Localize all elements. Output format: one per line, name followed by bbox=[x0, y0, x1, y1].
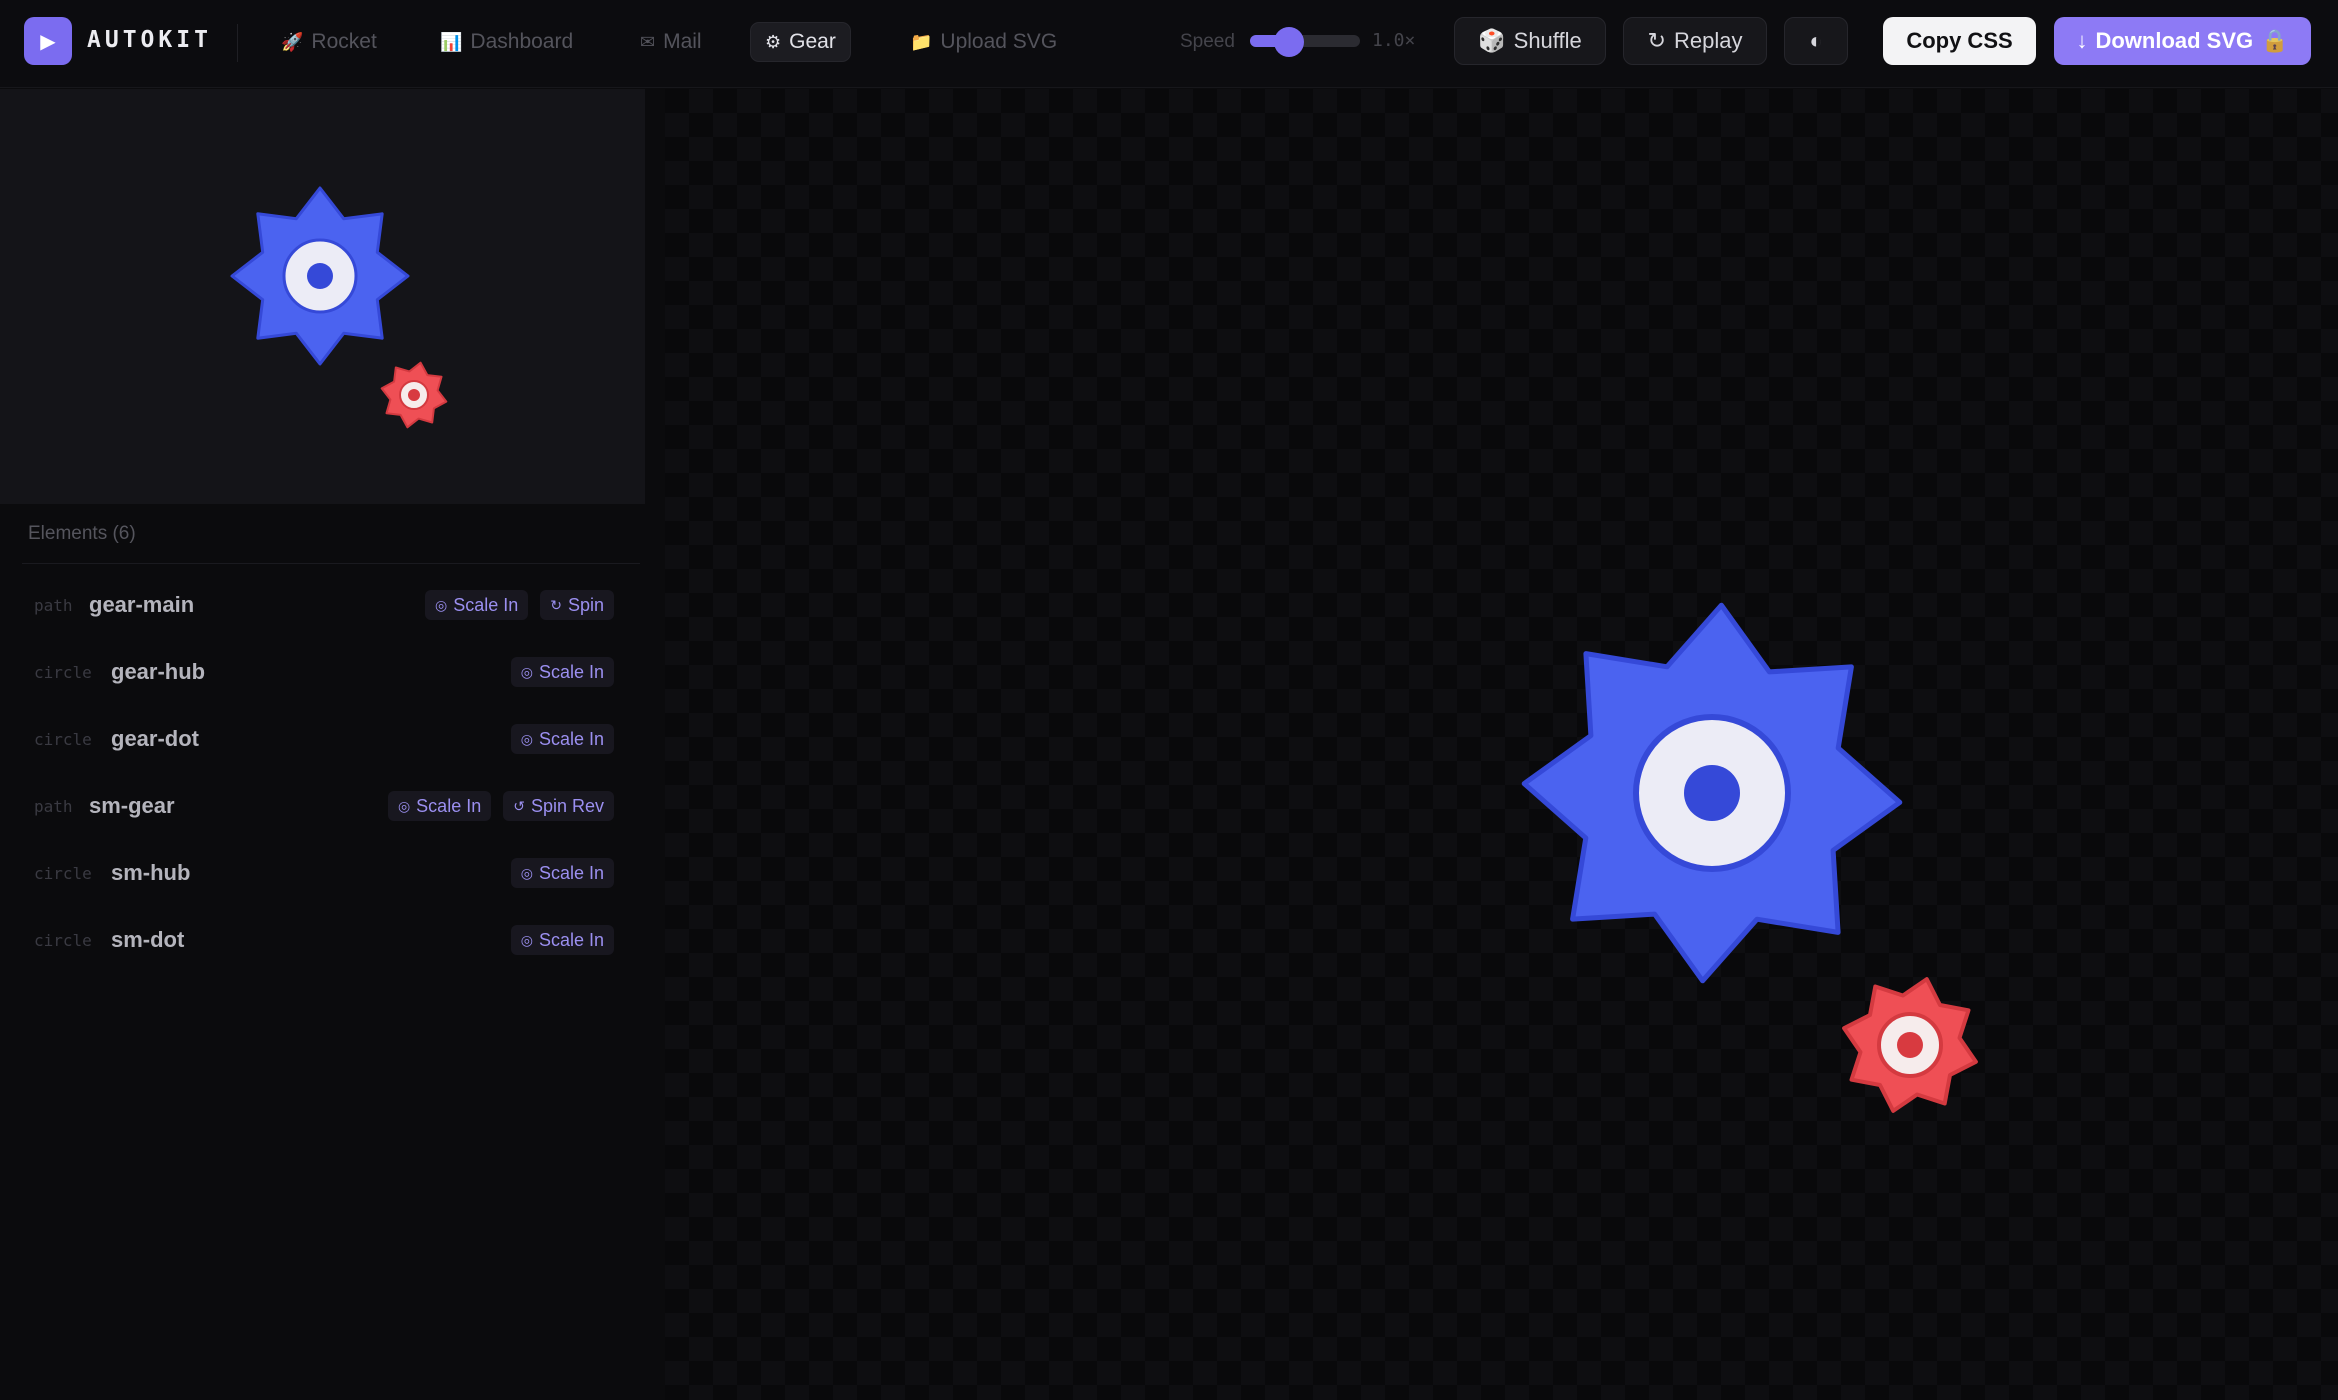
element-row-gear-hub[interactable]: circle gear-hub ◎ Scale In bbox=[34, 649, 614, 699]
spin-reverse-icon: ↺ bbox=[513, 797, 525, 814]
contrast-icon: ◐ bbox=[1809, 28, 1823, 53]
animation-badge[interactable]: ◎ Scale In bbox=[510, 657, 614, 687]
tab-label: Gear bbox=[789, 30, 836, 53]
element-type: circle bbox=[34, 931, 92, 950]
element-name: gear-hub bbox=[111, 659, 206, 684]
badge-label: Spin Rev bbox=[530, 795, 604, 816]
animation-badges: ◎ Scale In bbox=[510, 724, 614, 754]
badge-label: Scale In bbox=[538, 862, 604, 883]
scale-icon: ◎ bbox=[520, 663, 533, 680]
sm-dot[interactable] bbox=[1897, 1032, 1923, 1058]
folder-icon: 📁 bbox=[910, 31, 933, 52]
element-row-sm-dot[interactable]: circle sm-dot ◎ Scale In bbox=[34, 917, 614, 967]
element-name: gear-dot bbox=[111, 726, 199, 751]
animation-badges: ◎ Scale In bbox=[510, 858, 614, 888]
rocket-icon: 🚀 bbox=[281, 31, 304, 52]
theme-toggle-button[interactable]: ◐ bbox=[1784, 17, 1848, 65]
replay-button[interactable]: ↻ Replay bbox=[1623, 17, 1767, 65]
top-bar: ▶ AUTOKIT 🚀 Rocket 📊 Dashboard ✉ Mail ⚙ … bbox=[0, 0, 2338, 88]
tab-mail[interactable]: ✉ Mail bbox=[626, 22, 716, 62]
copy-css-label: Copy CSS bbox=[1906, 28, 2013, 53]
animation-badges: ◎ Scale In ↺ Spin Rev bbox=[387, 791, 614, 821]
tab-label: Mail bbox=[663, 30, 702, 53]
play-icon[interactable]: ▶ bbox=[24, 17, 72, 65]
replay-icon: ↻ bbox=[1647, 28, 1666, 53]
badge-label: Scale In bbox=[416, 795, 482, 816]
lock-icon: 🔒 bbox=[2261, 28, 2289, 53]
animation-badges: ◎ Scale In ↻ Spin bbox=[424, 590, 614, 620]
speed-slider-handle[interactable] bbox=[1274, 27, 1304, 57]
gear-icon: ⚙ bbox=[765, 31, 782, 52]
shuffle-label: Shuffle bbox=[1513, 28, 1582, 53]
tab-label: Dashboard bbox=[470, 30, 574, 53]
chart-icon: 📊 bbox=[440, 31, 463, 52]
scale-icon: ◎ bbox=[520, 864, 533, 881]
element-row-sm-gear[interactable]: path sm-gear ◎ Scale In ↺ Spin Rev bbox=[34, 783, 614, 833]
element-name: sm-dot bbox=[111, 927, 185, 952]
animation-badge[interactable]: ◎ Scale In bbox=[387, 791, 492, 821]
tab-gear[interactable]: ⚙ Gear bbox=[750, 22, 851, 62]
canvas-svg bbox=[1521, 602, 1978, 1113]
badge-label: Scale In bbox=[538, 929, 604, 950]
scale-icon: ◎ bbox=[520, 730, 533, 747]
animation-badge[interactable]: ◎ Scale In bbox=[510, 925, 614, 955]
mail-icon: ✉ bbox=[640, 31, 656, 52]
download-arrow-icon: ↓ bbox=[2076, 28, 2088, 53]
animation-badge[interactable]: ↻ Spin bbox=[540, 590, 614, 620]
animation-badges: ◎ Scale In bbox=[510, 657, 614, 687]
element-type: circle bbox=[34, 663, 92, 682]
app-name: AUTOKIT bbox=[87, 27, 212, 53]
preview-gear-dot bbox=[307, 263, 333, 289]
scale-icon: ◎ bbox=[434, 596, 448, 613]
preview-sm-dot bbox=[408, 389, 420, 401]
tab-label: Upload SVG bbox=[940, 30, 1058, 53]
element-name: gear-main bbox=[89, 592, 195, 617]
scale-icon: ◎ bbox=[397, 797, 411, 814]
tab-upload-svg[interactable]: 📁 Upload SVG bbox=[896, 22, 1071, 62]
divider bbox=[22, 563, 640, 564]
element-name: sm-hub bbox=[111, 860, 191, 885]
animation-badge[interactable]: ◎ Scale In bbox=[424, 590, 529, 620]
replay-label: Replay bbox=[1673, 28, 1743, 53]
badge-label: Scale In bbox=[538, 728, 604, 749]
tab-dashboard[interactable]: 📊 Dashboard bbox=[426, 22, 587, 62]
animation-badge[interactable]: ↺ Spin Rev bbox=[503, 791, 614, 821]
elements-heading: Elements (6) bbox=[28, 523, 136, 544]
preview-panel bbox=[0, 89, 645, 504]
dice-icon: 🎲 bbox=[1478, 28, 1506, 53]
element-type: path bbox=[34, 797, 73, 816]
element-type: path bbox=[34, 596, 73, 615]
element-row-gear-main[interactable]: path gear-main ◎ Scale In ↻ Spin bbox=[34, 582, 614, 632]
speed-value: 1.0× bbox=[1372, 30, 1416, 51]
spin-icon: ↻ bbox=[550, 596, 562, 613]
badge-label: Scale In bbox=[453, 594, 519, 615]
element-name: sm-gear bbox=[89, 793, 175, 818]
element-type: circle bbox=[34, 730, 92, 749]
divider bbox=[237, 24, 238, 62]
element-row-gear-dot[interactable]: circle gear-dot ◎ Scale In bbox=[34, 716, 614, 766]
element-row-sm-hub[interactable]: circle sm-hub ◎ Scale In bbox=[34, 850, 614, 900]
tab-label: Rocket bbox=[311, 30, 377, 53]
animation-badges: ◎ Scale In bbox=[510, 925, 614, 955]
tab-rocket[interactable]: 🚀 Rocket bbox=[267, 22, 391, 62]
preview-svg bbox=[230, 186, 448, 429]
scale-icon: ◎ bbox=[520, 931, 533, 948]
shuffle-button[interactable]: 🎲 Shuffle bbox=[1454, 17, 1606, 65]
badge-label: Spin bbox=[567, 594, 604, 615]
download-svg-button[interactable]: ↓ Download SVG 🔒 bbox=[2054, 17, 2311, 65]
copy-css-button[interactable]: Copy CSS bbox=[1883, 17, 2036, 65]
element-type: circle bbox=[34, 864, 92, 883]
animation-badge[interactable]: ◎ Scale In bbox=[510, 858, 614, 888]
download-svg-label: Download SVG bbox=[2095, 28, 2254, 53]
animation-badge[interactable]: ◎ Scale In bbox=[510, 724, 614, 754]
gear-dot[interactable] bbox=[1684, 765, 1740, 821]
speed-label: Speed bbox=[1180, 31, 1235, 52]
animation-canvas[interactable] bbox=[665, 89, 2338, 1400]
speed-slider-track[interactable] bbox=[1250, 35, 1360, 47]
badge-label: Scale In bbox=[538, 661, 604, 682]
